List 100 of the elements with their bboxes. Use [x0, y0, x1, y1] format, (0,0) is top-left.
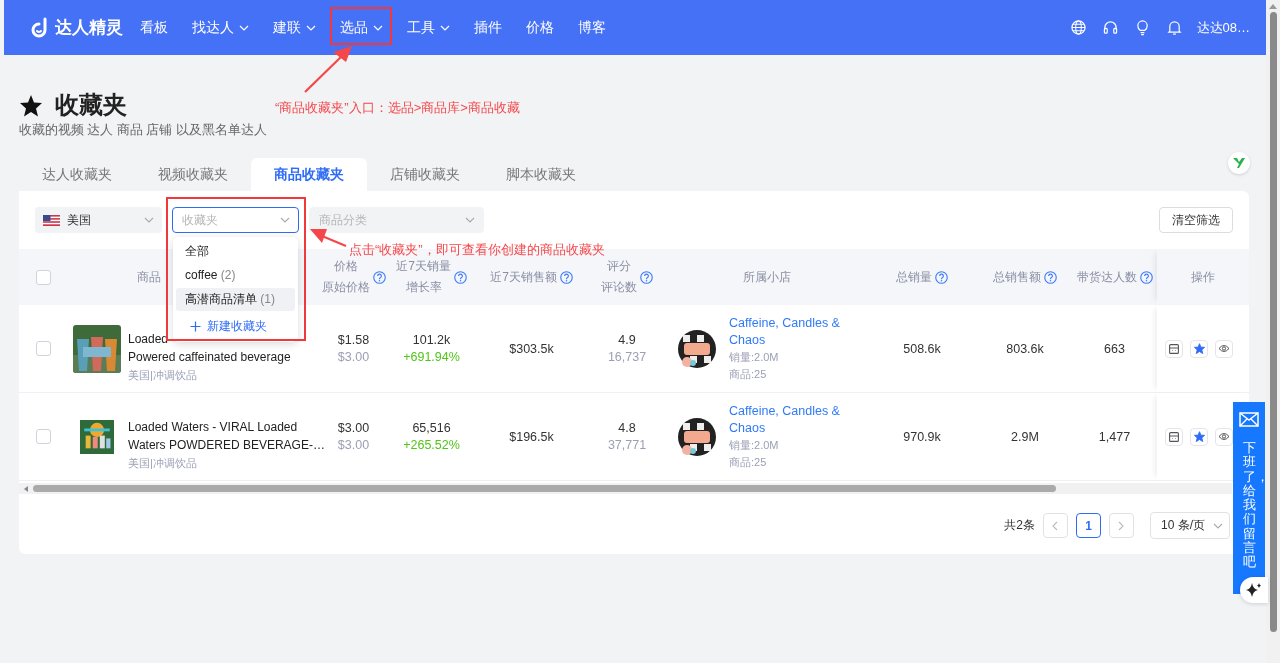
price: $1.58	[337, 333, 370, 347]
total-revenue: 803.6k	[1006, 341, 1044, 356]
folder-menu-item[interactable]: 全部	[176, 240, 295, 263]
user-name[interactable]: 达达08…	[1196, 18, 1250, 37]
sparkle-button[interactable]	[1240, 577, 1268, 603]
nav-link[interactable]: 看板	[128, 18, 180, 37]
help-icon[interactable]	[1044, 270, 1057, 284]
column-header: 总销量	[896, 268, 932, 286]
nav-link[interactable]: 建联	[261, 18, 328, 37]
horizontal-scrollbar[interactable]	[19, 483, 1232, 494]
help-icon[interactable]	[640, 270, 653, 284]
annotation-arrow	[304, 46, 352, 93]
sales-amount: $303.5k	[509, 341, 554, 356]
notification-bell-icon[interactable]	[1166, 19, 1182, 36]
total-revenue: 2.9M	[1011, 429, 1039, 444]
review-count: 16,737	[607, 350, 647, 364]
row-checkbox[interactable]	[35, 429, 51, 444]
lightbulb-icon[interactable]	[1134, 19, 1150, 36]
nav-link[interactable]: 博客	[566, 18, 618, 37]
clear-filters-button[interactable]: 清空筛选	[1159, 207, 1233, 233]
column-header: 价格	[333, 258, 358, 275]
column-header: 评论数	[601, 279, 637, 296]
sparkle-icon	[1246, 582, 1262, 598]
shop-link[interactable]: Caffeine, Candles & Chaos	[729, 314, 849, 349]
nav-link[interactable]: 工具	[395, 18, 462, 37]
nav-link[interactable]: 插件	[462, 18, 514, 37]
column-header: 增长率	[405, 279, 442, 296]
product-title[interactable]: Powered caffeinated beverage	[128, 349, 291, 366]
total-count: 共2条	[1004, 517, 1035, 534]
globe-icon[interactable]	[1070, 20, 1086, 35]
star-icon	[19, 93, 43, 117]
tab[interactable]: 达人收藏夹	[19, 158, 135, 191]
page-number-button[interactable]: 1	[1076, 513, 1101, 538]
favorite-button[interactable]	[1190, 427, 1208, 446]
column-header: 带货达人数	[1076, 268, 1137, 286]
product-title[interactable]: Loaded Waters - VIRAL Loaded	[128, 419, 320, 436]
folder-menu-item[interactable]: coffee (2)	[176, 264, 295, 287]
country-select[interactable]: 美国	[35, 207, 162, 233]
shop-sales: 销量:2.0M	[729, 437, 780, 453]
feedback-tab[interactable]: 下班了，给我们留言吧	[1233, 402, 1265, 594]
help-icon[interactable]	[935, 270, 948, 284]
chevron-left-icon	[1052, 520, 1059, 531]
envelope-icon	[1239, 412, 1259, 427]
help-icon[interactable]	[1139, 270, 1153, 284]
shop-link[interactable]: Caffeine, Candles & Chaos	[729, 402, 849, 437]
nav-link[interactable]: 选品	[328, 18, 395, 37]
column-header: 总销售额	[993, 268, 1041, 286]
new-folder-button[interactable]: 新建收藏夹	[176, 315, 295, 338]
star-icon	[1193, 343, 1205, 354]
folder-menu-item[interactable]: 高潜商品清单 (1)	[176, 288, 295, 311]
column-header: 评分	[607, 258, 631, 275]
assistant-badge-icon[interactable]	[1228, 152, 1250, 174]
help-icon[interactable]	[559, 270, 573, 284]
logo-text[interactable]: 达人精灵	[55, 16, 123, 39]
page-size-select[interactable]: 10 条/页	[1150, 512, 1230, 539]
original-price: $3.00	[337, 438, 370, 452]
flag-icon	[43, 214, 60, 226]
select-all-checkbox[interactable]	[35, 269, 51, 285]
view-button[interactable]	[1215, 427, 1233, 446]
chevron-right-icon	[1118, 520, 1125, 531]
column-header: 近7天销售额	[490, 268, 557, 286]
calculator-button[interactable]	[1165, 339, 1183, 358]
page-title: 收藏夹	[55, 91, 127, 119]
star-icon	[1193, 431, 1205, 442]
help-icon[interactable]	[453, 270, 467, 284]
creator-count: 663	[1104, 341, 1125, 356]
help-icon[interactable]	[372, 270, 386, 284]
eye-icon	[1218, 344, 1230, 353]
row-checkbox[interactable]	[35, 341, 51, 356]
column-header: 商品	[137, 268, 161, 286]
creator-count: 1,477	[1098, 429, 1131, 444]
favorite-button[interactable]	[1190, 339, 1208, 358]
price: $3.00	[337, 421, 370, 435]
calculator-button[interactable]	[1165, 427, 1183, 446]
calculator-icon	[1169, 343, 1179, 354]
tab[interactable]: 视频收藏夹	[135, 158, 251, 191]
nav-link[interactable]: 找达人	[180, 18, 261, 37]
plus-icon	[190, 321, 201, 332]
scroll-left-arrow-icon[interactable]	[23, 485, 29, 492]
original-price: $3.00	[337, 350, 370, 364]
scroll-up-arrow-icon[interactable]	[1269, 3, 1277, 9]
shop-products: 商品:25	[729, 454, 768, 470]
annotation-text: 点击“收藏夹”，即可查看你创建的商品收藏夹	[349, 241, 605, 259]
folder-select[interactable]: 收藏夹	[172, 207, 299, 233]
nav-link[interactable]: 价格	[514, 18, 566, 37]
tab[interactable]: 脚本收藏夹	[483, 158, 599, 191]
page-subtitle: 收藏的视频 达人 商品 店铺 以及黑名单达人	[19, 122, 268, 139]
category-select[interactable]: 商品分类	[309, 207, 484, 233]
calculator-icon	[1169, 431, 1179, 442]
tab[interactable]: 店铺收藏夹	[367, 158, 483, 191]
growth-rate: +265.52%	[403, 438, 460, 452]
vertical-scrollbar[interactable]	[1266, 0, 1280, 663]
view-button[interactable]	[1215, 339, 1233, 358]
annotation-text: “商品收藏夹”入口：选品>商品库>商品收藏	[275, 99, 520, 117]
headset-icon[interactable]	[1102, 20, 1118, 35]
column-header: 原始价格	[321, 279, 370, 296]
tab[interactable]: 商品收藏夹	[251, 158, 367, 191]
product-category: 美国|冲调饮品	[128, 368, 198, 383]
column-header: 操作	[1191, 268, 1215, 286]
column-header: 所属小店	[742, 268, 791, 286]
